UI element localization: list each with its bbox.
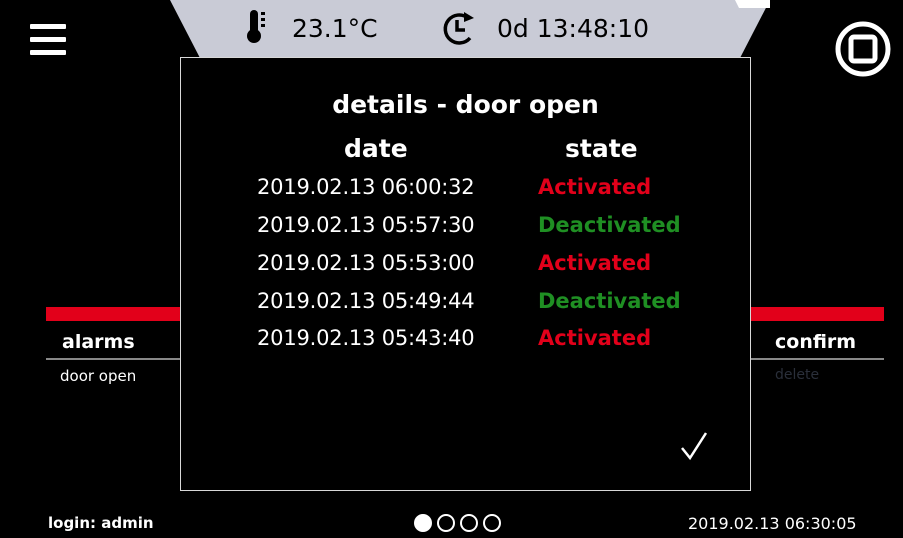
page-dot[interactable] bbox=[437, 514, 455, 532]
status-bar: 23.1°C 0d 13:48:10 bbox=[170, 0, 770, 58]
table-row: 2019.02.13 06:00:32 Activated bbox=[181, 175, 750, 213]
menu-icon[interactable] bbox=[30, 24, 66, 60]
menu-icon-line bbox=[30, 50, 66, 55]
table-row: 2019.02.13 05:43:40 Activated bbox=[181, 326, 750, 364]
current-datetime: 2019.02.13 06:30:05 bbox=[688, 514, 857, 533]
event-state: Deactivated bbox=[538, 213, 681, 237]
alarms-header[interactable]: alarms bbox=[62, 331, 135, 353]
event-date: 2019.02.13 05:49:44 bbox=[257, 289, 475, 313]
column-header-date: date bbox=[344, 134, 408, 163]
menu-icon-line bbox=[30, 37, 66, 42]
column-header-state: state bbox=[565, 134, 638, 163]
page-dot[interactable] bbox=[483, 514, 501, 532]
event-state: Activated bbox=[538, 251, 652, 275]
event-date: 2019.02.13 05:53:00 bbox=[257, 251, 475, 275]
confirm-divider bbox=[750, 358, 884, 360]
temperature-readout: 23.1°C bbox=[292, 14, 378, 43]
page-dot[interactable] bbox=[414, 514, 432, 532]
stop-icon[interactable] bbox=[834, 20, 892, 78]
event-state: Activated bbox=[538, 175, 652, 199]
table-row: 2019.02.13 05:57:30 Deactivated bbox=[181, 213, 750, 251]
menu-icon-line bbox=[30, 24, 66, 29]
event-date: 2019.02.13 05:57:30 bbox=[257, 213, 475, 237]
alarms-indicator-bar bbox=[46, 307, 182, 321]
check-icon[interactable] bbox=[679, 430, 709, 462]
event-state: Deactivated bbox=[538, 289, 681, 313]
table-row: 2019.02.13 05:49:44 Deactivated bbox=[181, 289, 750, 327]
confirm-button[interactable]: confirm bbox=[775, 331, 856, 353]
confirm-indicator-bar bbox=[750, 307, 884, 321]
page-indicator bbox=[414, 514, 501, 534]
alarm-item-door-open[interactable]: door open bbox=[60, 367, 136, 385]
event-date: 2019.02.13 06:00:32 bbox=[257, 175, 475, 199]
delete-button[interactable]: delete bbox=[775, 367, 819, 383]
page-dot[interactable] bbox=[460, 514, 478, 532]
dialog-title: details - door open bbox=[332, 90, 599, 119]
login-status[interactable]: login: admin bbox=[48, 514, 154, 532]
event-date: 2019.02.13 05:43:40 bbox=[257, 326, 475, 350]
event-state: Activated bbox=[538, 326, 652, 350]
runtime-readout: 0d 13:48:10 bbox=[497, 14, 650, 43]
thermometer-icon bbox=[246, 8, 268, 44]
details-dialog: details - door open date state 2019.02.1… bbox=[180, 57, 751, 491]
clock-icon bbox=[440, 8, 476, 48]
alarms-divider bbox=[46, 358, 182, 360]
table-row: 2019.02.13 05:53:00 Activated bbox=[181, 251, 750, 289]
